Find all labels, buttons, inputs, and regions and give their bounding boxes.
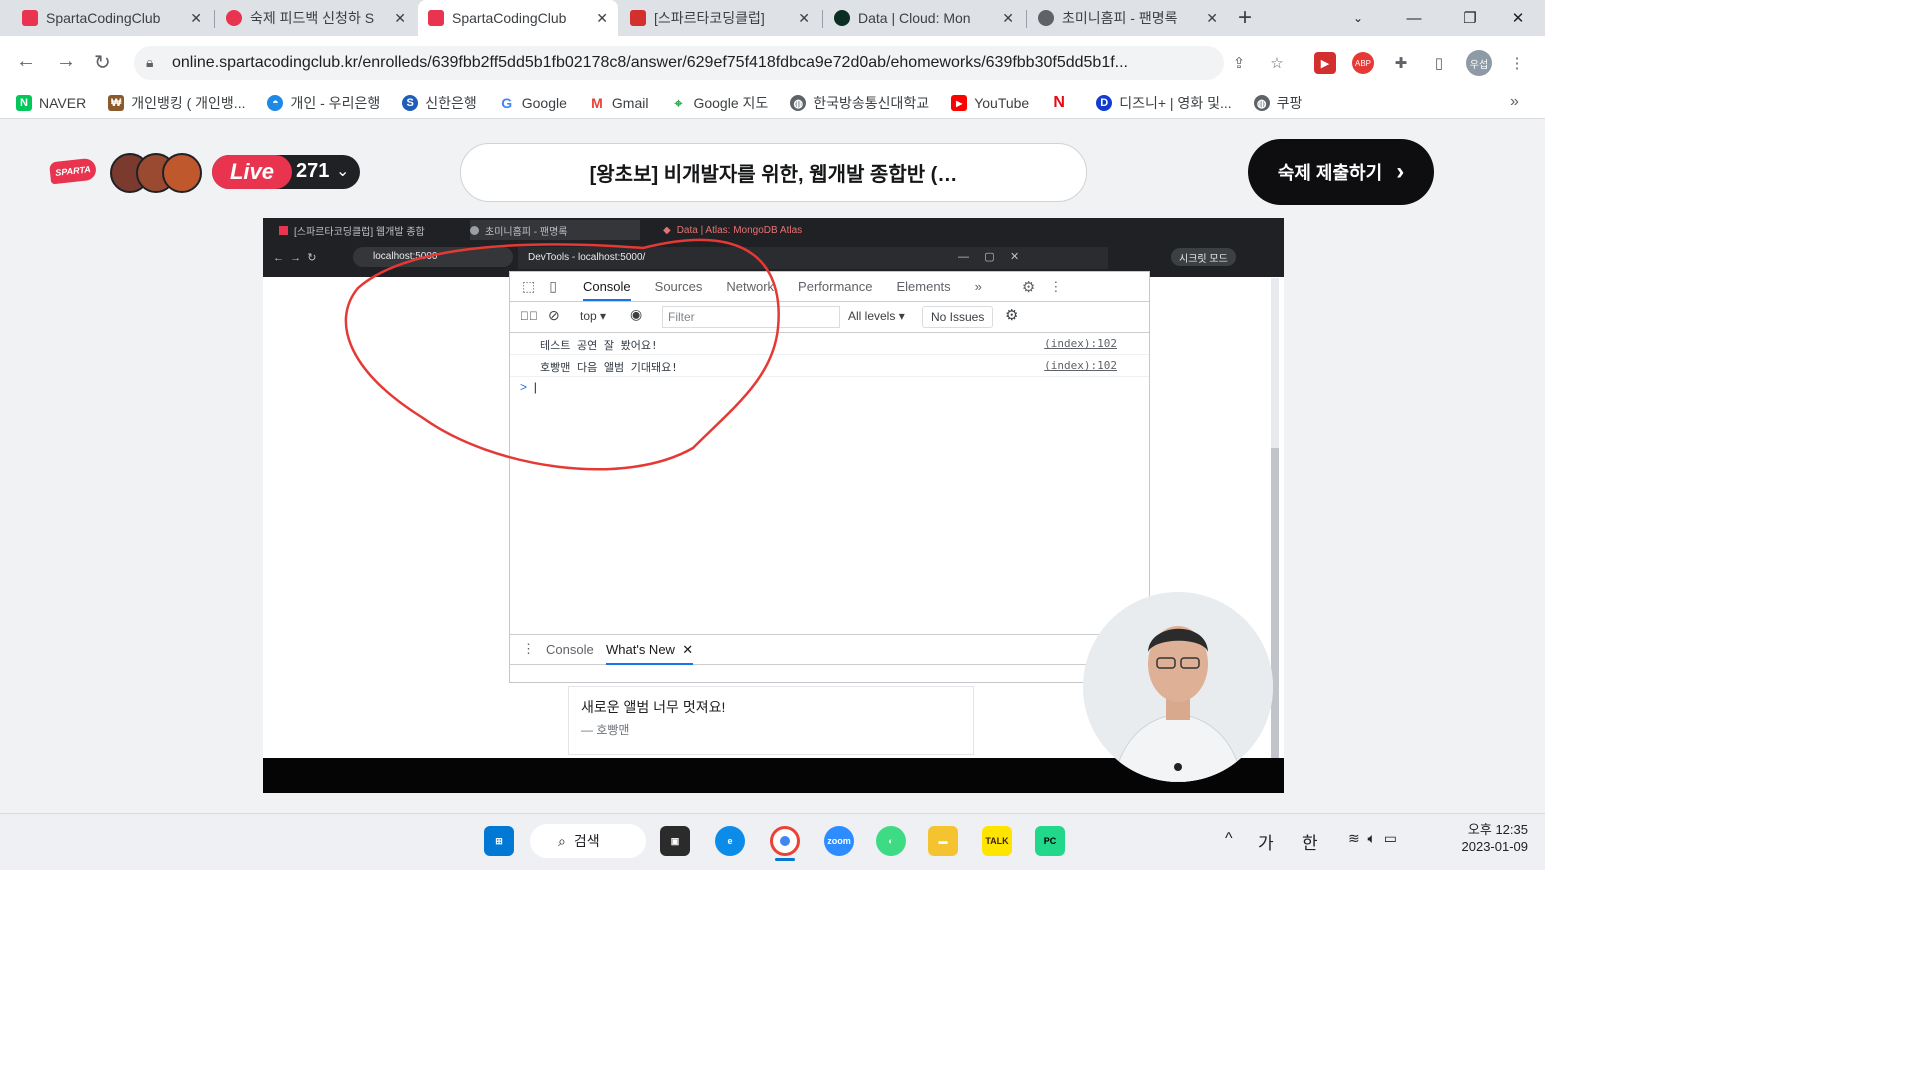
browser-tab[interactable]: SpartaCodingClub ✕	[12, 0, 212, 36]
chevron-down-icon: ⌄	[336, 163, 350, 180]
browser-tab[interactable]: [스파르타코딩클럽] ✕	[620, 0, 820, 36]
wifi-icon: ≋	[1348, 830, 1360, 846]
netflix-icon: N	[1051, 94, 1068, 111]
live-badge: Live	[212, 155, 292, 189]
browser-tab-active[interactable]: SpartaCodingClub ✕	[418, 0, 618, 36]
globe-icon: ◍	[790, 95, 807, 111]
bookmark-item[interactable]: ◓ 개인 - 우리은행	[267, 93, 380, 113]
volume-icon: 🔈︎	[1367, 830, 1376, 846]
share-icon[interactable]: ⇪	[1228, 52, 1250, 74]
windows-start-icon[interactable]: ⊞	[484, 826, 514, 856]
bookmark-item[interactable]: ₩ 개인뱅킹 ( 개인뱅...	[108, 93, 245, 113]
menu-kebab-icon[interactable]: ⋮	[1506, 52, 1528, 74]
naver-icon: N	[16, 95, 32, 111]
bookmarks-overflow-icon[interactable]: »	[1510, 93, 1519, 111]
search-icon: ⌕	[558, 832, 566, 849]
close-tab-icon[interactable]: ✕	[1002, 10, 1014, 27]
tray-chevron-icon[interactable]: ^	[1225, 830, 1233, 848]
tab-search-icon[interactable]: ⌄	[1330, 0, 1386, 36]
heart-favicon-icon	[226, 10, 242, 26]
bookmark-item[interactable]: ⌖ Google 지도	[670, 93, 768, 113]
shinhan-icon: S	[402, 95, 419, 111]
submit-homework-button[interactable]: 숙제 제출하기 ›	[1248, 139, 1434, 205]
side-panel-icon[interactable]: ▯	[1428, 52, 1450, 74]
taskbar-search[interactable]: ⌕ 검색	[530, 824, 646, 858]
close-tab-icon[interactable]: ✕	[1206, 10, 1218, 27]
youtube-icon: ▶	[951, 95, 968, 111]
edge-icon[interactable]: e	[715, 826, 745, 856]
bookmark-item[interactable]: ◍ 쿠팡	[1253, 93, 1302, 113]
zoom-icon[interactable]: zoom	[824, 826, 854, 856]
bookmark-item[interactable]: ▶ YouTube	[951, 95, 1029, 111]
sparta-favicon-icon	[22, 10, 38, 26]
bookmark-item[interactable]: D 디즈니+ | 영화 및...	[1096, 93, 1232, 113]
task-view-icon[interactable]: ▣	[660, 826, 690, 856]
avatar	[162, 153, 202, 193]
bookmark-item[interactable]: N	[1051, 94, 1074, 111]
globe-icon: ◍	[1253, 95, 1270, 111]
address-bar[interactable]: 🔒︎ online.spartacodingclub.kr/enrolleds/…	[134, 46, 1224, 80]
sparta-favicon-icon	[428, 10, 444, 26]
chrome-icon[interactable]	[770, 826, 800, 856]
google-icon: G	[498, 95, 515, 111]
extensions-puzzle-icon[interactable]: ✚	[1390, 52, 1412, 74]
bookmark-item[interactable]: ◍ 한국방송통신대학교	[790, 93, 929, 113]
live-count: 271	[296, 160, 330, 182]
minimize-icon[interactable]: —	[1386, 0, 1442, 36]
pycharm-icon[interactable]: PC	[1035, 826, 1065, 856]
ime-mode[interactable]: 한	[1302, 829, 1318, 854]
ime-language[interactable]: 가	[1258, 829, 1274, 854]
browser-tab[interactable]: 숙제 피드백 신청하 S ✕	[216, 0, 416, 36]
browser-tab[interactable]: 초미니홈피 - 팬명록 ✕	[1028, 0, 1228, 36]
woori-bank-icon: ◓	[267, 95, 284, 111]
new-tab-button[interactable]: +	[1238, 4, 1252, 32]
profile-avatar[interactable]: 우섭	[1466, 50, 1492, 76]
reload-icon[interactable]: ↻	[94, 50, 111, 75]
bookmark-item[interactable]: M Gmail	[588, 95, 648, 111]
close-tab-icon[interactable]: ✕	[394, 10, 406, 27]
bookmark-item[interactable]: S 신한은행	[402, 93, 477, 113]
disney-plus-icon: D	[1096, 95, 1113, 111]
tab-strip: SpartaCodingClub ✕ 숙제 피드백 신청하 S ✕ Sparta…	[0, 0, 1545, 36]
bank-icon: ₩	[108, 95, 125, 111]
tray-status-icons[interactable]: ≋ 🔈︎ ▭	[1348, 830, 1397, 847]
android-icon[interactable]: ◐	[876, 826, 906, 856]
close-tab-icon[interactable]: ✕	[596, 10, 608, 27]
kakaotalk-icon[interactable]: TALK	[982, 826, 1012, 856]
browser-tab[interactable]: Data | Cloud: Mon ✕	[824, 0, 1024, 36]
globe-favicon-icon	[1038, 10, 1054, 26]
bookmark-item[interactable]: G Google	[498, 95, 567, 111]
active-app-indicator	[775, 858, 795, 861]
bookmark-item[interactable]: N NAVER	[16, 95, 86, 111]
close-tab-icon[interactable]: ✕	[190, 10, 202, 27]
lecture-video[interactable]: [스파르타코딩클럽] 웹개발 종합 초미니홈피 - 팬명록 ◆ Data | At…	[263, 218, 1284, 793]
file-explorer-icon[interactable]: ▬	[928, 826, 958, 856]
adblock-icon[interactable]: ABP	[1352, 52, 1374, 74]
course-title[interactable]: [왕초보] 비개발자를 위한, 웹개발 종합반 (…	[460, 143, 1087, 202]
bookmarks-bar: N NAVER ₩ 개인뱅킹 ( 개인뱅... ◓ 개인 - 우리은행 S 신한은행 G…	[0, 88, 1545, 119]
clock[interactable]: 오후 12:35 2023-01-09	[1448, 821, 1529, 855]
maps-pin-icon: ⌖	[670, 95, 687, 111]
bookmark-star-icon[interactable]: ☆	[1266, 52, 1288, 74]
window-close-icon[interactable]: ✕	[1490, 0, 1546, 36]
lock-icon: 🔒︎	[146, 54, 154, 70]
chevron-right-icon: ›	[1396, 158, 1405, 185]
mongodb-favicon-icon	[834, 10, 850, 26]
book-favicon-icon	[630, 10, 646, 26]
viewer-avatars	[110, 153, 202, 193]
close-tab-icon[interactable]: ✕	[798, 10, 810, 27]
extension-record-icon[interactable]: ▶	[1314, 52, 1336, 74]
forward-icon[interactable]: →	[56, 50, 76, 73]
battery-icon: ▭	[1383, 830, 1397, 846]
gmail-icon: M	[588, 95, 605, 111]
presenter-webcam	[1083, 592, 1273, 782]
back-icon[interactable]: ←	[16, 50, 36, 73]
